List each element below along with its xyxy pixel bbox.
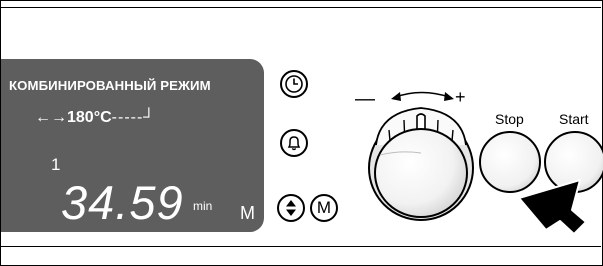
rotation-arrow-icon	[391, 91, 454, 101]
pointer-arrow-icon	[518, 179, 587, 235]
temperature-dial[interactable]	[368, 107, 474, 221]
start-label: Start	[559, 111, 589, 127]
stop-button[interactable]	[479, 131, 541, 193]
dial-minus-label: —	[355, 88, 375, 110]
dial-plus-label: +	[455, 87, 466, 107]
stop-label: Stop	[495, 111, 524, 127]
oven-control-panel: КОМБИНИРОВАННЫЙ РЕЖИМ ←→180°C-----┘ 1 34…	[0, 0, 603, 266]
dial-artwork	[368, 91, 603, 235]
